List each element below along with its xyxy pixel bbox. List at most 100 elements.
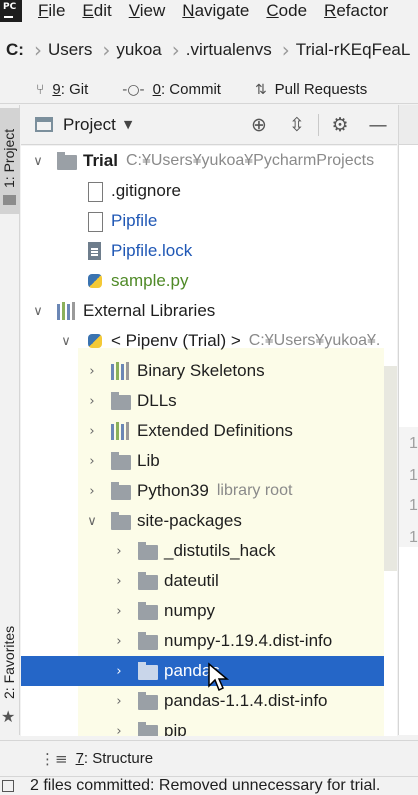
scrollbar-thumb[interactable] bbox=[384, 366, 397, 571]
tree-item-sample-py[interactable]: sample.py bbox=[21, 266, 397, 296]
structure-tool-bar: ⋮≡ 7: Structure bbox=[0, 740, 418, 776]
menu-code[interactable]: Code bbox=[266, 1, 307, 21]
menu-bar: PC File Edit View Navigate Code Refactor bbox=[0, 0, 418, 22]
chevron-right-icon[interactable]: › bbox=[112, 634, 126, 649]
menu-view[interactable]: View bbox=[129, 1, 166, 21]
locate-file-icon[interactable]: ⊕ bbox=[240, 114, 278, 136]
minimize-icon[interactable]: — bbox=[359, 114, 397, 136]
vcs-toolbar: ⑂ 9: Git -○- 0: Commit ⇅ Pull Requests bbox=[0, 76, 418, 104]
folder-icon bbox=[138, 542, 158, 560]
chevron-right-icon[interactable]: › bbox=[85, 364, 99, 379]
breadcrumb-virtualenvs[interactable]: .virtualenvs bbox=[182, 40, 280, 60]
folder-icon bbox=[138, 572, 158, 590]
chevron-down-icon[interactable]: ∨ bbox=[31, 154, 45, 169]
folder-icon bbox=[111, 392, 131, 410]
breadcrumb-drive[interactable]: C: bbox=[0, 40, 32, 60]
breadcrumb: C: › Users › yukoa › .virtualenvs › Tria… bbox=[0, 30, 418, 70]
tree-item-pipenv-trial[interactable]: ∨ < Pipenv (Trial) > C:¥Users¥yukoa¥. bbox=[21, 326, 397, 356]
folder-icon bbox=[138, 692, 158, 710]
folder-icon bbox=[138, 662, 158, 680]
panel-title[interactable]: Project bbox=[63, 115, 116, 135]
left-tool-strip: 1: Project 2: Favorites ★ bbox=[0, 105, 20, 735]
tree-item-numpy-dist-info[interactable]: › numpy-1.19.4.dist-info bbox=[21, 626, 397, 656]
favorites-tool-tab[interactable]: 2: Favorites ★ bbox=[0, 615, 20, 726]
chevron-right-icon[interactable]: › bbox=[112, 664, 126, 679]
git-branch-icon: ⑂ bbox=[36, 81, 45, 98]
menu-navigate[interactable]: Navigate bbox=[182, 1, 249, 21]
line-number: 1 bbox=[409, 467, 418, 484]
status-message: 2 files committed: Removed unnecessary f… bbox=[30, 777, 381, 794]
chevron-right-icon[interactable]: › bbox=[112, 544, 126, 559]
folder-icon bbox=[111, 482, 131, 500]
chevron-right-icon[interactable]: › bbox=[85, 394, 99, 409]
text-file-icon bbox=[85, 212, 105, 232]
chevron-right-icon[interactable]: › bbox=[85, 484, 99, 499]
menu-edit[interactable]: Edit bbox=[82, 1, 111, 21]
mouse-cursor-icon bbox=[208, 662, 230, 692]
chevron-right-icon[interactable]: › bbox=[112, 574, 126, 589]
chevron-right-icon[interactable]: › bbox=[112, 694, 126, 709]
editor-area[interactable]: 1 1 1 1 bbox=[398, 105, 418, 735]
folder-icon bbox=[138, 722, 158, 736]
tree-item-trial[interactable]: ∨ Trial C:¥Users¥yukoa¥PycharmProjects bbox=[21, 146, 397, 176]
tree-item-pipfile[interactable]: Pipfile bbox=[21, 206, 397, 236]
structure-tool-button[interactable]: 7: Structure bbox=[76, 750, 154, 767]
tree-scrollbar[interactable] bbox=[384, 146, 397, 736]
menu-file[interactable]: File bbox=[38, 1, 65, 21]
pull-requests-tool-button[interactable]: ⇅ Pull Requests bbox=[255, 81, 367, 98]
tree-item-site-packages[interactable]: ∨ site-packages bbox=[21, 506, 397, 536]
folder-icon bbox=[138, 632, 158, 650]
commit-tool-button[interactable]: -○- 0: Commit bbox=[122, 81, 221, 98]
status-toggle-icon[interactable] bbox=[2, 780, 14, 792]
library-icon bbox=[111, 362, 131, 380]
pull-request-icon: ⇅ bbox=[254, 81, 267, 98]
tree-item-lib[interactable]: › Lib bbox=[21, 446, 397, 476]
lock-file-icon bbox=[85, 242, 105, 260]
chevron-right-icon[interactable]: › bbox=[85, 424, 99, 439]
library-icon bbox=[57, 302, 77, 320]
status-bar: 2 files committed: Removed unnecessary f… bbox=[0, 776, 418, 795]
folder-icon bbox=[57, 152, 77, 170]
chevron-right-icon[interactable]: › bbox=[112, 724, 126, 737]
file-icon bbox=[85, 182, 105, 202]
python-file-icon bbox=[85, 272, 105, 290]
tree-item-python39[interactable]: › Python39 library root bbox=[21, 476, 397, 506]
tree-item-external-libraries[interactable]: ∨ External Libraries bbox=[21, 296, 397, 326]
tree-item-pip[interactable]: › pip bbox=[21, 716, 397, 736]
toolbar-divider bbox=[318, 113, 319, 136]
gear-icon[interactable]: ⚙ bbox=[321, 114, 359, 136]
chevron-down-icon[interactable]: ∨ bbox=[59, 334, 73, 349]
tree-item-distutils-hack[interactable]: › _distutils_hack bbox=[21, 536, 397, 566]
project-tool-tab[interactable]: 1: Project bbox=[0, 108, 20, 214]
git-tool-button[interactable]: ⑂ 9: Git bbox=[36, 81, 88, 98]
breadcrumb-yukoa[interactable]: yukoa bbox=[112, 40, 169, 60]
project-panel-header: Project ▼ ⊕ ⇳ ⚙ — bbox=[21, 105, 397, 145]
line-number: 1 bbox=[409, 435, 418, 452]
chevron-down-icon[interactable]: ∨ bbox=[85, 514, 99, 529]
breadcrumb-users[interactable]: Users bbox=[44, 40, 100, 60]
breadcrumb-trial-env[interactable]: Trial-rKEqFeaL bbox=[292, 40, 418, 60]
chevron-down-icon[interactable]: ∨ bbox=[31, 304, 45, 319]
tree-item-dateutil[interactable]: › dateutil bbox=[21, 566, 397, 596]
collapse-all-icon[interactable]: ⇳ bbox=[278, 114, 316, 136]
structure-icon: ⋮≡ bbox=[40, 749, 68, 768]
tree-item-extended-definitions[interactable]: › Extended Definitions bbox=[21, 416, 397, 446]
chevron-right-icon[interactable]: › bbox=[112, 604, 126, 619]
library-icon bbox=[111, 422, 131, 440]
chevron-down-icon[interactable]: ▼ bbox=[124, 118, 132, 131]
chevron-right-icon: › bbox=[33, 38, 42, 62]
folder-icon bbox=[3, 195, 16, 205]
star-icon: ★ bbox=[1, 707, 16, 726]
tree-item-binary-skeletons[interactable]: › Binary Skeletons bbox=[21, 356, 397, 386]
tree-item-numpy[interactable]: › numpy bbox=[21, 596, 397, 626]
chevron-right-icon[interactable]: › bbox=[85, 454, 99, 469]
window-icon bbox=[35, 117, 53, 132]
tree-item-gitignore[interactable]: .gitignore bbox=[21, 176, 397, 206]
line-number: 1 bbox=[409, 497, 418, 514]
chevron-right-icon: › bbox=[281, 38, 290, 62]
menu-refactor[interactable]: Refactor bbox=[324, 1, 388, 21]
tree-item-dlls[interactable]: › DLLs bbox=[21, 386, 397, 416]
tree-item-pipfile-lock[interactable]: Pipfile.lock bbox=[21, 236, 397, 266]
pycharm-logo-icon[interactable]: PC bbox=[0, 0, 22, 22]
folder-icon bbox=[111, 452, 131, 470]
